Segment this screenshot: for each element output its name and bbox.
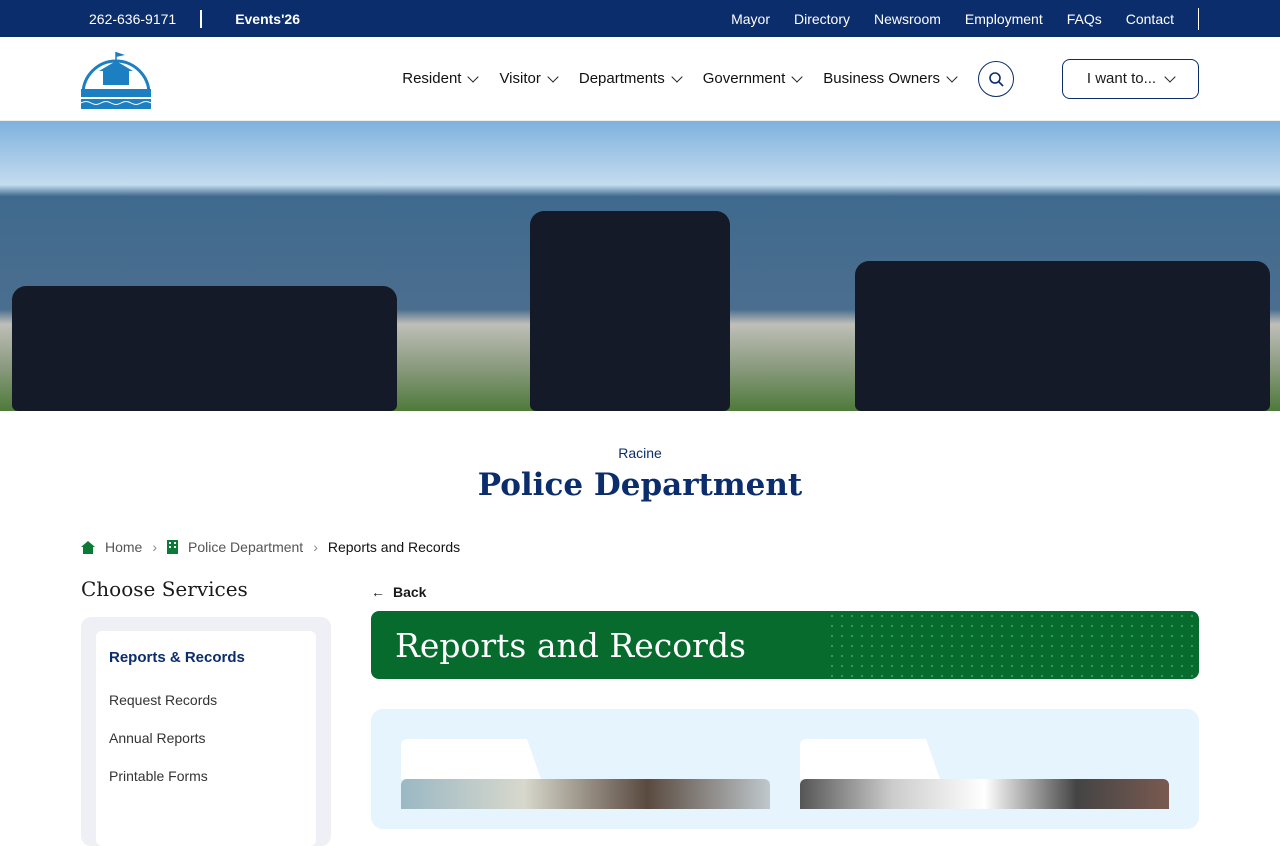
section-title: Reports and Records [395,625,746,665]
page-heading: Racine Police Department [0,411,1280,503]
nav-label: Departments [578,70,665,87]
nav-label: Government [702,70,786,87]
card-tab [800,739,940,779]
sidebar-item-reports-records[interactable]: Reports & Records [109,649,303,666]
dot-pattern [827,611,1199,679]
card-image [401,779,770,809]
utility-links: Mayor Directory Newsroom Employment FAQs… [731,7,1199,30]
nav-government[interactable]: Government [702,70,803,87]
chevron-down-icon [791,70,803,83]
sidebar-menu: Reports & Records Request Records Annual… [96,631,316,846]
breadcrumb-home[interactable]: Home [105,539,142,555]
nav-label: Business Owners [823,70,940,87]
record-card[interactable] [401,739,770,809]
sidebar-item-request-records[interactable]: Request Records [109,692,303,708]
nav-departments[interactable]: Departments [578,70,683,87]
nav-label: Visitor [499,70,541,87]
sidebar-item-annual-reports[interactable]: Annual Reports [109,730,303,746]
record-cards [371,709,1199,829]
hero-image [0,121,1280,411]
home-icon [81,540,95,554]
services-sidebar: Choose Services Reports & Records Reques… [81,577,331,846]
police-truck [855,261,1270,411]
chevron-down-icon [671,70,683,83]
divider [200,9,203,28]
sidebar-box: Reports & Records Request Records Annual… [81,617,331,846]
card-tab [401,739,541,779]
record-card[interactable] [800,739,1169,809]
breadcrumb: Home › Police Department › Reports and R… [0,539,1280,555]
breadcrumb-current: Reports and Records [327,539,461,555]
i-want-to-dropdown[interactable]: I want to... [1062,58,1199,99]
armored-vehicle [530,211,730,411]
search-button[interactable] [978,60,1014,97]
back-button[interactable]: ← Back [371,581,1199,603]
card-image [800,779,1169,809]
content-area: ← Back Reports and Records [371,577,1199,846]
nav-label: Resident [402,70,462,87]
nav-resident[interactable]: Resident [402,70,480,87]
divider [1198,7,1199,30]
chevron-down-icon [1164,70,1176,83]
link-employment[interactable]: Employment [965,11,1043,27]
chevron-down-icon [946,70,958,83]
building-icon [167,540,179,554]
link-faqs[interactable]: FAQs [1067,11,1102,27]
racine-logo[interactable] [81,49,151,109]
utility-bar: 262-636-9171 Events'26 Mayor Directory N… [0,0,1280,37]
dropdown-label: I want to... [1086,70,1157,87]
nav-business-owners[interactable]: Business Owners [823,70,958,87]
phone-link[interactable]: 262-636-9171 [89,11,176,27]
nav-visitor[interactable]: Visitor [499,70,559,87]
page-title: Police Department [477,467,803,503]
link-directory[interactable]: Directory [794,11,850,27]
events-link[interactable]: Events'26 [235,11,300,27]
main-content: Choose Services Reports & Records Reques… [0,577,1280,846]
search-icon [989,71,1004,87]
back-label: Back [393,584,427,600]
police-suv [12,286,397,411]
link-contact[interactable]: Contact [1126,11,1174,27]
section-banner: Reports and Records [371,611,1199,679]
breadcrumb-police-department[interactable]: Police Department [188,539,303,555]
chevron-right-icon: › [152,539,158,555]
chevron-down-icon [467,70,480,83]
sidebar-heading: Choose Services [81,577,248,601]
link-mayor[interactable]: Mayor [731,11,770,27]
chevron-down-icon [547,70,559,83]
main-header: Resident Visitor Departments Government … [0,37,1280,121]
link-newsroom[interactable]: Newsroom [874,11,941,27]
sidebar-item-printable-forms[interactable]: Printable Forms [109,768,303,784]
chevron-right-icon: › [313,539,318,555]
page-subtitle: Racine [618,445,662,461]
arrow-left-icon: ← [371,584,385,600]
main-nav: Resident Visitor Departments Government … [402,60,1014,97]
